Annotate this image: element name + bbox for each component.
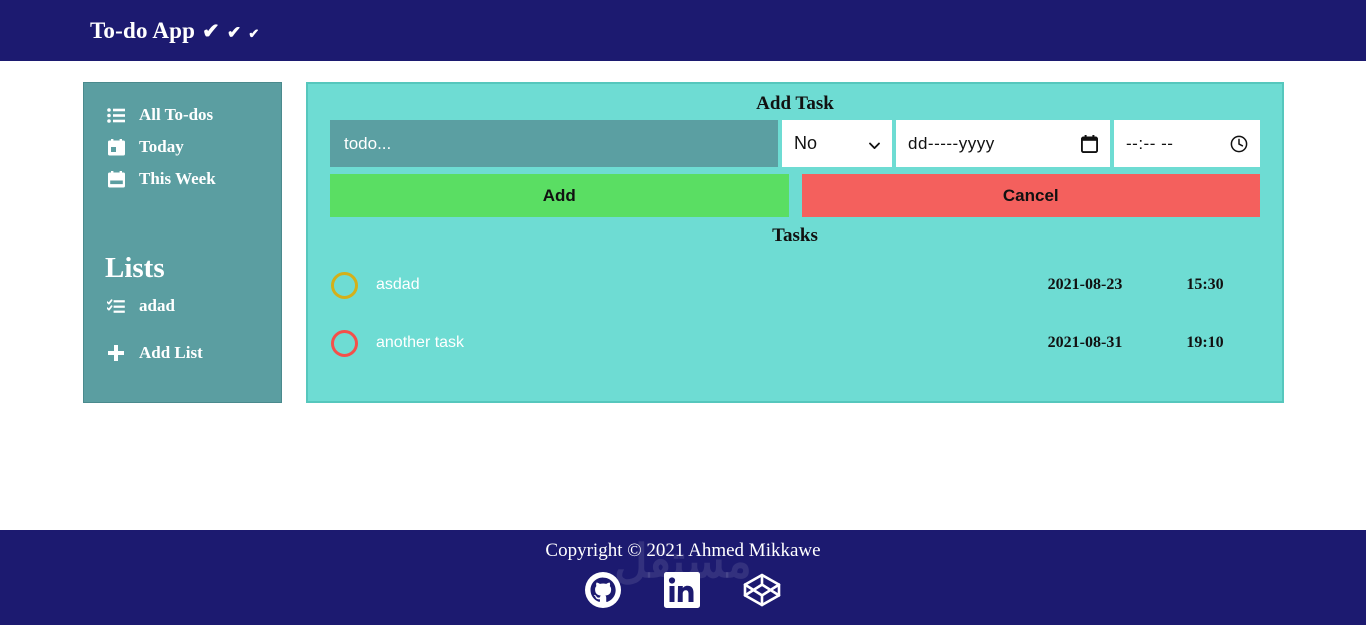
list-select-value: No [794, 133, 818, 153]
todo-input[interactable] [330, 120, 778, 167]
task-date: 2021-08-31 [1047, 334, 1123, 351]
task-name: another task [376, 334, 465, 351]
calendar-week-icon [106, 170, 126, 188]
clock-icon[interactable] [1230, 135, 1248, 153]
copyright-text: Copyright © 2021 Ahmed Mikkawe [545, 540, 821, 561]
sidebar-item-label: All To-dos [139, 105, 214, 124]
sidebar-list-adad[interactable]: adad [84, 289, 281, 322]
task-row[interactable]: another task 2021-08-31 19:10 [308, 314, 1282, 372]
task-time: 19:10 [1186, 334, 1224, 351]
panel-title: Add Task [756, 93, 834, 114]
due-date-input[interactable]: dd-----yyyy [896, 120, 1110, 167]
task-time: 15:30 [1186, 276, 1224, 293]
app-footer: مستقل Copyright © 2021 Ahmed Mikkawe [0, 530, 1366, 625]
app-header: To-do App ✔ ✔ ✔ [0, 0, 1366, 61]
app-title: To-do App ✔ ✔ ✔ [90, 18, 260, 44]
due-date-value: dd-----yyyy [908, 133, 995, 153]
task-row[interactable]: asdad 2021-08-23 15:30 [308, 256, 1282, 314]
sidebar-add-list-label: Add List [139, 343, 203, 362]
body-area: All To-dos Today This Week Lists adad Ad… [0, 61, 1366, 530]
plus-icon [106, 344, 126, 362]
check-large-icon: ✔ [202, 18, 220, 43]
due-time-value: --:-- -- [1126, 133, 1174, 153]
cancel-button[interactable]: Cancel [801, 174, 1260, 217]
sidebar-item-today[interactable]: Today [84, 131, 281, 163]
task-date: 2021-08-23 [1047, 276, 1123, 293]
task-name: asdad [376, 276, 420, 293]
app-title-text: To-do App [90, 17, 196, 43]
sidebar: All To-dos Today This Week Lists adad Ad… [83, 82, 282, 403]
task-complete-toggle[interactable] [331, 329, 358, 357]
linkedin-icon[interactable] [663, 571, 701, 609]
check-medium-icon: ✔ [226, 22, 242, 42]
list-select[interactable]: No [782, 120, 892, 167]
list-check-icon [106, 297, 126, 315]
sidebar-list-label: adad [139, 296, 175, 315]
social-links [0, 571, 1366, 609]
add-task-form: No dd-----yyyy [308, 115, 1282, 167]
sidebar-item-label: This Week [139, 169, 216, 188]
form-buttons: Add Cancel [308, 167, 1282, 217]
sidebar-item-label: Today [139, 137, 184, 156]
lists-heading: Lists [105, 252, 165, 284]
due-time-input[interactable]: --:-- -- [1114, 120, 1260, 167]
sidebar-item-this-week[interactable]: This Week [84, 163, 281, 195]
task-complete-toggle[interactable] [331, 271, 358, 299]
chevron-down-icon [869, 138, 880, 149]
sidebar-add-list-button[interactable]: Add List [84, 337, 281, 369]
task-list: asdad 2021-08-23 15:30 another task 2021… [308, 247, 1282, 372]
calendar-day-icon [106, 138, 126, 156]
add-button[interactable]: Add [330, 174, 789, 217]
github-icon[interactable] [584, 571, 622, 609]
sidebar-item-all-todos[interactable]: All To-dos [84, 99, 281, 131]
codepen-icon[interactable] [742, 571, 782, 609]
add-task-panel: Add Task No dd-----yyyy [306, 82, 1284, 403]
calendar-icon[interactable] [1081, 134, 1098, 153]
tasks-heading: Tasks [772, 225, 818, 246]
check-small-icon: ✔ [248, 25, 260, 41]
list-ul-icon [106, 106, 126, 124]
